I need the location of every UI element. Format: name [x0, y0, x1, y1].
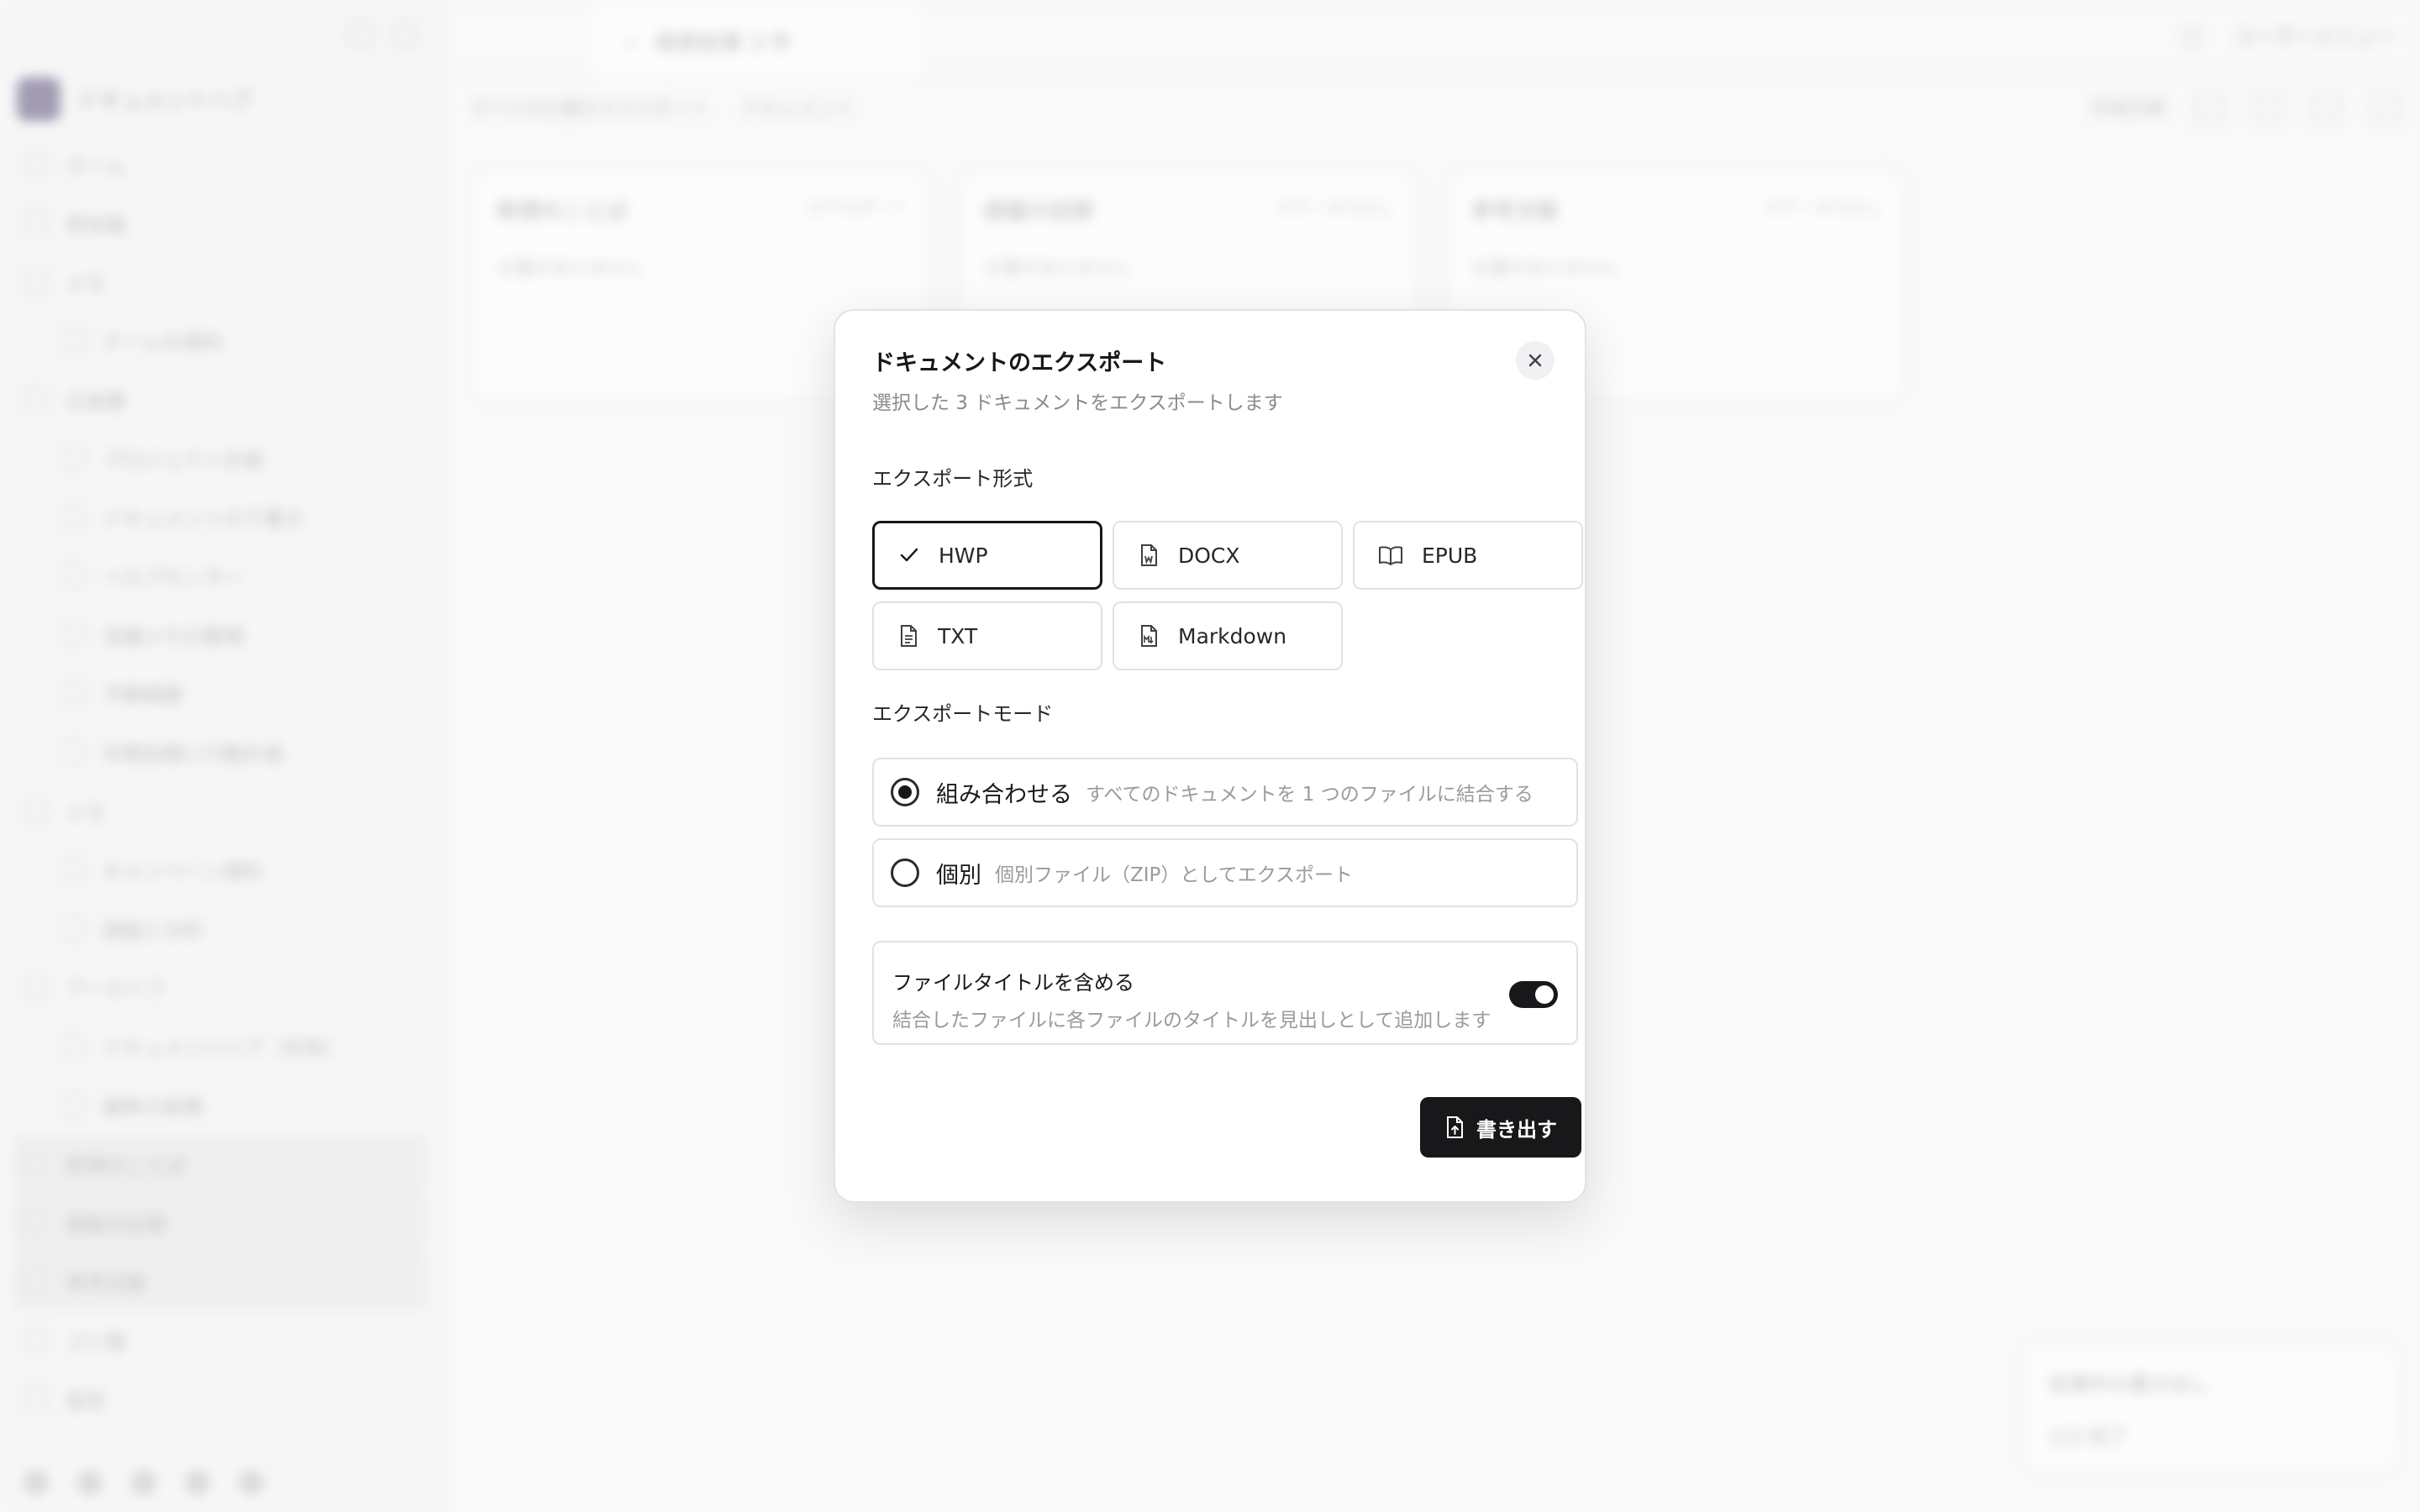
file-export-icon: [1447, 1116, 1463, 1138]
include-title-toggle[interactable]: [1509, 981, 1558, 1008]
format-option-txt[interactable]: TXT: [872, 601, 1102, 670]
file-markdown-icon: [1141, 625, 1157, 647]
file-text-icon: [901, 625, 917, 647]
mode-section-label: エクスポートモード: [872, 702, 1054, 726]
include-title-setting: ファイルタイトルを含める 結合したファイルに各ファイルのタイトルを見出しとして追…: [872, 941, 1578, 1045]
format-section-label: エクスポート形式: [872, 467, 1034, 491]
format-option-hwp[interactable]: HWP: [872, 521, 1102, 590]
radio-individual[interactable]: [891, 858, 919, 887]
format-option-markdown[interactable]: Markdown: [1113, 601, 1343, 670]
export-button[interactable]: 書き出す: [1420, 1097, 1581, 1158]
mode-option-individual[interactable]: 個別 個別ファイル（ZIP）としてエクスポート: [872, 838, 1578, 907]
include-title-description: 結合したファイルに各ファイルのタイトルを見出しとして追加します: [892, 1010, 1491, 1032]
check-icon: [900, 548, 918, 562]
book-open-icon: [1379, 546, 1402, 565]
file-word-icon: [1141, 544, 1157, 566]
dialog-title: ドキュメントのエクスポート: [872, 350, 1167, 376]
export-dialog: ドキュメントのエクスポート 選択した 3 ドキュメントをエクスポートします エク…: [834, 309, 1586, 1203]
radio-combine[interactable]: [891, 778, 919, 806]
dialog-subtitle: 選択した 3 ドキュメントをエクスポートします: [872, 392, 1283, 414]
mode-option-combine[interactable]: 組み合わせる すべてのドキュメントを 1 つのファイルに結合する: [872, 758, 1578, 827]
include-title-label: ファイルタイトルを含める: [892, 971, 1134, 995]
close-icon: [1528, 354, 1542, 367]
format-option-docx[interactable]: DOCX: [1113, 521, 1343, 590]
format-option-epub[interactable]: EPUB: [1353, 521, 1583, 590]
close-button[interactable]: [1516, 341, 1555, 380]
